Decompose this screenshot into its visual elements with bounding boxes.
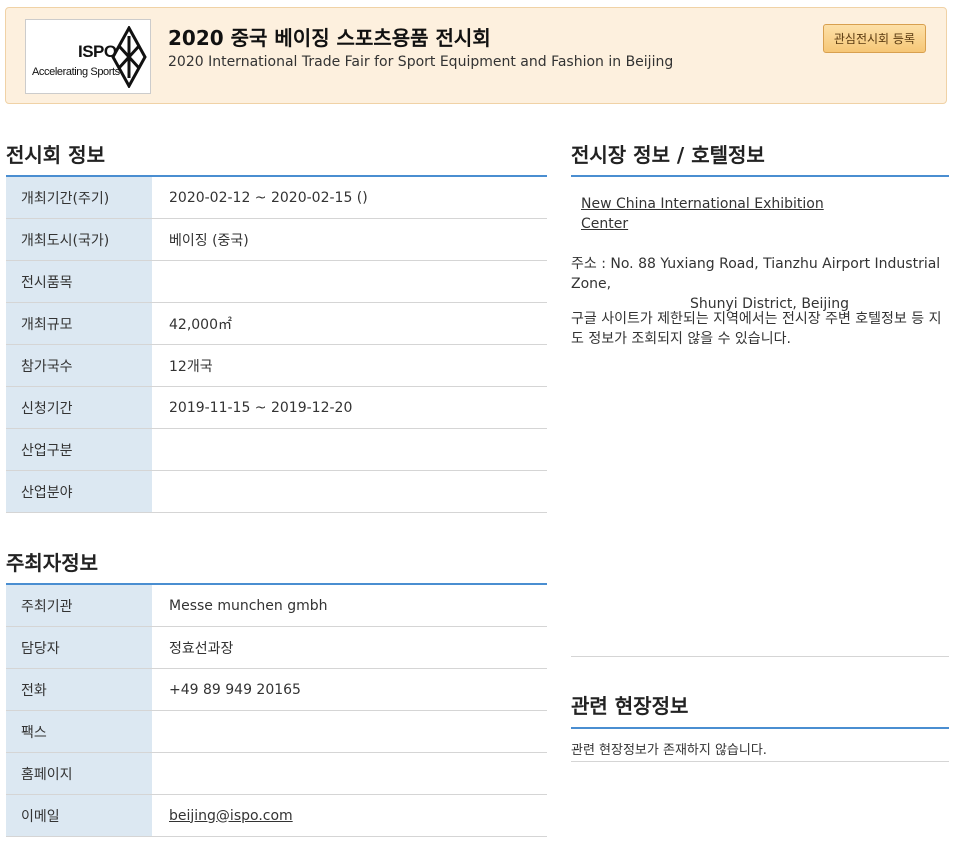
table-row: 신청기간 2019-11-15 ~ 2019-12-20 bbox=[6, 386, 547, 429]
table-row: 개최기간(주기) 2020-02-12 ~ 2020-02-15 () bbox=[6, 176, 547, 219]
row-label: 개최규모 bbox=[6, 302, 152, 345]
row-label: 팩스 bbox=[6, 710, 152, 753]
row-label: 산업구분 bbox=[6, 428, 152, 471]
divider bbox=[571, 656, 949, 657]
row-value: 2019-11-15 ~ 2019-12-20 bbox=[152, 386, 547, 429]
email-cell: beijing@ispo.com bbox=[152, 794, 547, 837]
table-row: 담당자 정효선과장 bbox=[6, 626, 547, 669]
row-label: 이메일 bbox=[6, 794, 152, 837]
register-interest-button[interactable]: 관심전시회 등록 bbox=[822, 24, 926, 53]
row-label: 담당자 bbox=[6, 626, 152, 669]
row-value bbox=[152, 260, 547, 303]
ispo-emblem-icon bbox=[111, 26, 147, 88]
table-row: 전시품목 bbox=[6, 260, 547, 303]
row-label: 개최도시(국가) bbox=[6, 218, 152, 261]
row-value bbox=[152, 470, 547, 513]
venue-info-title: 전시장 정보 / 호텔정보 bbox=[571, 143, 765, 167]
exhibition-header: ISPO Accelerating Sports 2020 중국 베이징 스포츠… bbox=[5, 7, 947, 104]
table-row: 팩스 bbox=[6, 710, 547, 753]
divider bbox=[571, 727, 949, 729]
organizer-info-table: 주최기관 Messe munchen gmbh 담당자 정효선과장 전화 +49… bbox=[6, 583, 547, 837]
table-row: 전화 +49 89 949 20165 bbox=[6, 668, 547, 711]
exhibition-info-table: 개최기간(주기) 2020-02-12 ~ 2020-02-15 () 개최도시… bbox=[6, 175, 547, 513]
row-label: 개최기간(주기) bbox=[6, 176, 152, 219]
row-label: 주최기관 bbox=[6, 584, 152, 627]
row-label: 산업분야 bbox=[6, 470, 152, 513]
organizer-info-title: 주최자정보 bbox=[6, 551, 98, 575]
address-line-1: 주소 : No. 88 Yuxiang Road, Tianzhu Airpor… bbox=[571, 256, 941, 292]
table-row: 참가국수 12개국 bbox=[6, 344, 547, 387]
table-row: 이메일 beijing@ispo.com bbox=[6, 794, 547, 837]
divider bbox=[571, 175, 949, 177]
divider bbox=[571, 761, 949, 762]
email-link[interactable]: beijing@ispo.com bbox=[169, 808, 293, 824]
exhibition-title-english: 2020 International Trade Fair for Sport … bbox=[168, 54, 674, 70]
row-value bbox=[152, 710, 547, 753]
row-value bbox=[152, 752, 547, 795]
exhibition-title-korean: 2020 중국 베이징 스포츠용품 전시회 bbox=[168, 26, 491, 50]
table-row: 산업구분 bbox=[6, 428, 547, 471]
row-value: +49 89 949 20165 bbox=[152, 668, 547, 711]
map-notice: 구글 사이트가 제한되는 지역에서는 전시장 주변 호텔정보 등 지도 정보가 … bbox=[571, 311, 942, 347]
row-label: 신청기간 bbox=[6, 386, 152, 429]
row-label: 홈페이지 bbox=[6, 752, 152, 795]
table-row: 개최도시(국가) 베이징 (중국) bbox=[6, 218, 547, 261]
row-label: 참가국수 bbox=[6, 344, 152, 387]
related-empty-text: 관련 현장정보가 존재하지 않습니다. bbox=[571, 743, 767, 758]
row-label: 전화 bbox=[6, 668, 152, 711]
venue-address: 주소 : No. 88 Yuxiang Road, Tianzhu Airpor… bbox=[571, 254, 951, 314]
table-row: 산업분야 bbox=[6, 470, 547, 513]
row-value: 12개국 bbox=[152, 344, 547, 387]
table-row: 주최기관 Messe munchen gmbh bbox=[6, 584, 547, 627]
row-value: 정효선과장 bbox=[152, 626, 547, 669]
row-value: 2020-02-12 ~ 2020-02-15 () bbox=[152, 176, 547, 219]
row-value bbox=[152, 428, 547, 471]
table-row: 홈페이지 bbox=[6, 752, 547, 795]
row-label: 전시품목 bbox=[6, 260, 152, 303]
ispo-logo: ISPO Accelerating Sports bbox=[25, 19, 151, 94]
logo-tagline: Accelerating Sports bbox=[32, 66, 120, 78]
row-value: 베이징 (중국) bbox=[152, 218, 547, 261]
related-info-title: 관련 현장정보 bbox=[571, 694, 689, 718]
row-value: 42,000㎡ bbox=[152, 302, 547, 345]
table-row: 개최규모 42,000㎡ bbox=[6, 302, 547, 345]
row-value: Messe munchen gmbh bbox=[152, 584, 547, 627]
exhibition-info-title: 전시회 정보 bbox=[6, 143, 105, 167]
venue-name-link[interactable]: New China International Exhibition Cente… bbox=[581, 194, 841, 234]
